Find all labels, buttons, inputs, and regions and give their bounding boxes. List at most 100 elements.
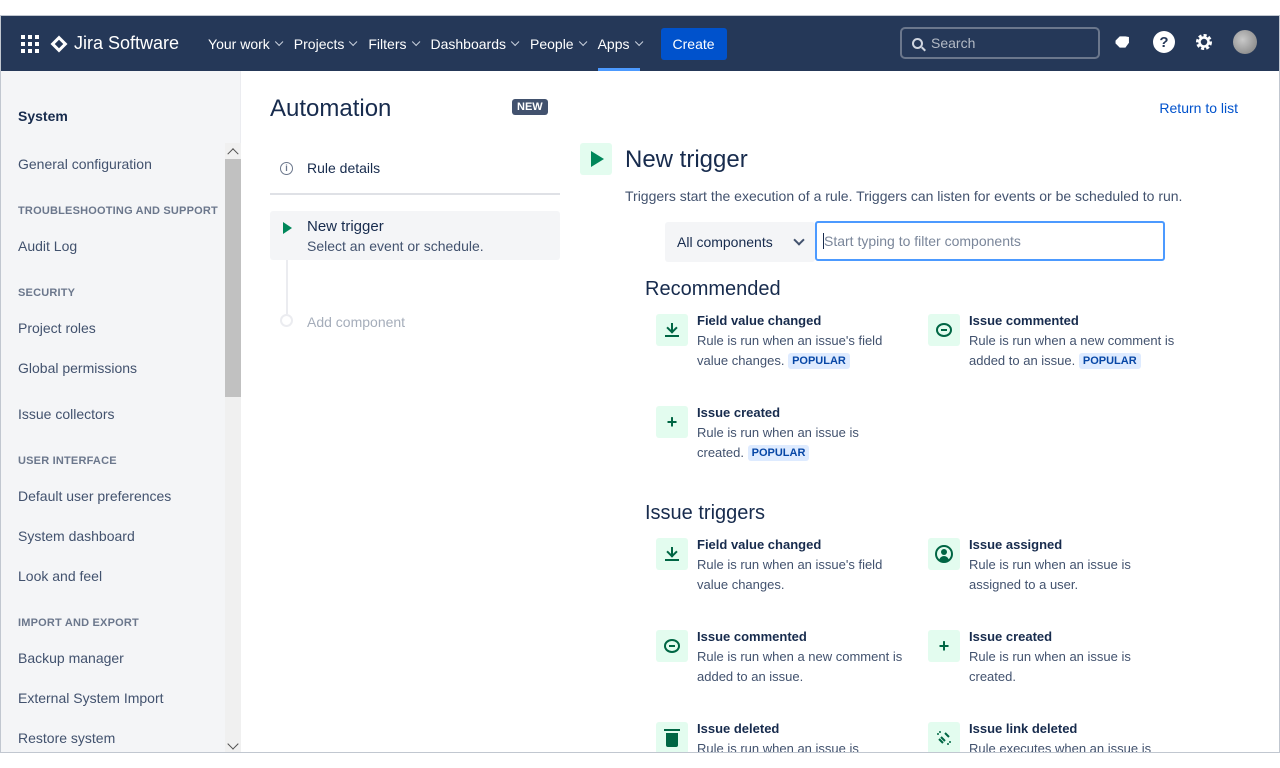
divider bbox=[270, 193, 560, 195]
chevron-down-icon bbox=[349, 37, 358, 46]
top-navigation: Jira Software Your work Projects Filters… bbox=[1, 16, 1279, 71]
panel-title: New trigger bbox=[625, 146, 748, 173]
menu-filters[interactable]: Filters bbox=[361, 16, 423, 71]
nav-icons: ? bbox=[1113, 30, 1257, 54]
menu-label: People bbox=[530, 35, 574, 52]
rule-details-label: Rule details bbox=[307, 160, 381, 176]
trigger-description: Rule executes when an issue is unlinked. bbox=[969, 741, 1152, 753]
trigger-description: Rule is run when an issue is created. PO… bbox=[697, 423, 877, 463]
trigger-title: Issue assigned bbox=[969, 537, 1063, 552]
chevron-down-icon bbox=[578, 37, 587, 46]
sidebar-item-backup-manager[interactable]: Backup manager bbox=[18, 650, 124, 666]
menu-dashboards[interactable]: Dashboards bbox=[424, 16, 524, 71]
menu-label: Dashboards bbox=[430, 35, 507, 52]
product-name: Jira Software bbox=[74, 33, 180, 53]
trigger-step-subtitle: Select an event or schedule. bbox=[307, 238, 484, 254]
chevron-down-icon bbox=[510, 37, 520, 46]
menu-people[interactable]: People bbox=[523, 16, 591, 71]
menu-your-work[interactable]: Your work bbox=[201, 16, 287, 71]
menu-label: Filters bbox=[368, 35, 407, 52]
new-trigger-step[interactable]: New trigger Select an event or schedule. bbox=[270, 211, 560, 260]
popular-badge: POPULAR bbox=[747, 445, 810, 461]
component-type-select[interactable]: All components bbox=[665, 222, 815, 262]
component-select-value: All components bbox=[677, 234, 773, 250]
sidebar-list: General configuration TROUBLESHOOTING AN… bbox=[1, 143, 225, 752]
trigger-description: Rule is run when an issue is created. bbox=[969, 649, 1131, 684]
app-switcher-icon[interactable] bbox=[21, 34, 39, 53]
add-component-link[interactable]: Add component bbox=[307, 314, 405, 330]
menu-apps[interactable]: Apps bbox=[591, 16, 647, 71]
search-input[interactable]: Search bbox=[900, 27, 1100, 59]
menu-label: Projects bbox=[293, 35, 345, 52]
trigger-description: Rule is run when an issue's field value … bbox=[697, 557, 883, 592]
scroll-up-icon[interactable] bbox=[227, 148, 239, 160]
trigger-description: Rule is run when an issue is assigned to… bbox=[969, 557, 1131, 592]
settings-icon[interactable] bbox=[1193, 31, 1215, 53]
comment-icon bbox=[656, 630, 688, 662]
trigger-step-title: New trigger bbox=[307, 218, 384, 235]
filter-placeholder: Start typing to filter components bbox=[824, 233, 1021, 249]
jira-logo[interactable]: Jira Software bbox=[50, 33, 180, 54]
trigger-desc-text: Rule is run when a new comment is added … bbox=[969, 333, 1175, 368]
trigger-title: Issue commented bbox=[969, 313, 1079, 328]
sidebar-item-audit-log[interactable]: Audit Log bbox=[18, 238, 77, 254]
user-icon bbox=[928, 538, 960, 570]
play-icon bbox=[283, 222, 292, 234]
issue-triggers-heading: Issue triggers bbox=[645, 502, 766, 524]
sidebar-item-issue-collectors[interactable]: Issue collectors bbox=[18, 406, 114, 422]
trigger-description: Rule is run when an issue is deleted. bbox=[697, 741, 859, 753]
create-button[interactable]: Create bbox=[660, 27, 727, 60]
sidebar-item-look-and-feel[interactable]: Look and feel bbox=[18, 568, 102, 584]
sidebar-item-global-permissions[interactable]: Global permissions bbox=[18, 360, 137, 376]
popular-badge: POPULAR bbox=[1078, 353, 1141, 369]
trigger-play-icon bbox=[580, 143, 612, 175]
field-changed-icon bbox=[656, 314, 688, 346]
info-icon: i bbox=[280, 161, 293, 175]
notifications-icon[interactable] bbox=[1113, 31, 1135, 53]
main-menu: Your work Projects Filters Dashboards Pe… bbox=[201, 16, 727, 71]
scrollbar-thumb[interactable] bbox=[225, 159, 241, 397]
sidebar-item-restore-system[interactable]: Restore system bbox=[18, 730, 115, 746]
menu-label: Your work bbox=[208, 35, 270, 52]
recommended-heading: Recommended bbox=[645, 278, 781, 300]
sidebar-scrollbar[interactable] bbox=[225, 143, 241, 752]
trigger-title: Issue created bbox=[697, 405, 781, 420]
sidebar-heading-import-export: IMPORT AND EXPORT bbox=[18, 617, 139, 629]
add-component-dot-icon bbox=[280, 314, 293, 327]
avatar[interactable] bbox=[1233, 30, 1257, 54]
trigger-title: Issue commented bbox=[697, 629, 807, 644]
link-broken-icon bbox=[928, 722, 960, 752]
new-badge: NEW bbox=[512, 99, 548, 115]
search-icon bbox=[912, 37, 923, 49]
plus-icon: + bbox=[928, 630, 960, 662]
sidebar-item-external-system-import[interactable]: External System Import bbox=[18, 690, 164, 706]
popular-badge: POPULAR bbox=[788, 353, 850, 369]
page-title: Automation bbox=[270, 95, 392, 122]
sidebar-heading-security: SECURITY bbox=[18, 287, 76, 299]
trigger-title: Issue deleted bbox=[697, 721, 780, 736]
chevron-down-icon bbox=[793, 234, 805, 246]
help-icon[interactable]: ? bbox=[1153, 31, 1175, 53]
trigger-description: Rule is run when a new comment is added … bbox=[969, 331, 1179, 371]
panel-description: Triggers start the execution of a rule. … bbox=[625, 188, 1183, 204]
trigger-description: Rule is run when a new comment is added … bbox=[697, 649, 903, 684]
comment-icon bbox=[928, 314, 960, 346]
sidebar-item-project-roles[interactable]: Project roles bbox=[18, 320, 96, 336]
sidebar-title: System bbox=[18, 108, 68, 124]
menu-projects[interactable]: Projects bbox=[287, 16, 362, 71]
return-to-list-link[interactable]: Return to list bbox=[1159, 100, 1238, 116]
trigger-title: Issue link deleted bbox=[969, 721, 1078, 736]
trigger-title: Field value changed bbox=[697, 313, 822, 328]
trigger-title: Field value changed bbox=[697, 537, 822, 552]
sidebar-item-system-dashboard[interactable]: System dashboard bbox=[18, 528, 135, 544]
component-filter-input[interactable]: Start typing to filter components bbox=[815, 221, 1165, 261]
trigger-description: Rule is run when an issue's field value … bbox=[697, 331, 907, 371]
step-connector bbox=[286, 260, 288, 314]
rule-details-link[interactable]: i Rule details bbox=[280, 160, 380, 176]
sidebar-heading-troubleshooting: TROUBLESHOOTING AND SUPPORT bbox=[18, 205, 218, 217]
trigger-title: Issue created bbox=[969, 629, 1053, 644]
search-placeholder: Search bbox=[931, 35, 976, 51]
sidebar-item-default-user-preferences[interactable]: Default user preferences bbox=[18, 488, 171, 504]
scroll-down-icon[interactable] bbox=[227, 738, 239, 750]
sidebar-item-general-configuration[interactable]: General configuration bbox=[18, 156, 152, 172]
